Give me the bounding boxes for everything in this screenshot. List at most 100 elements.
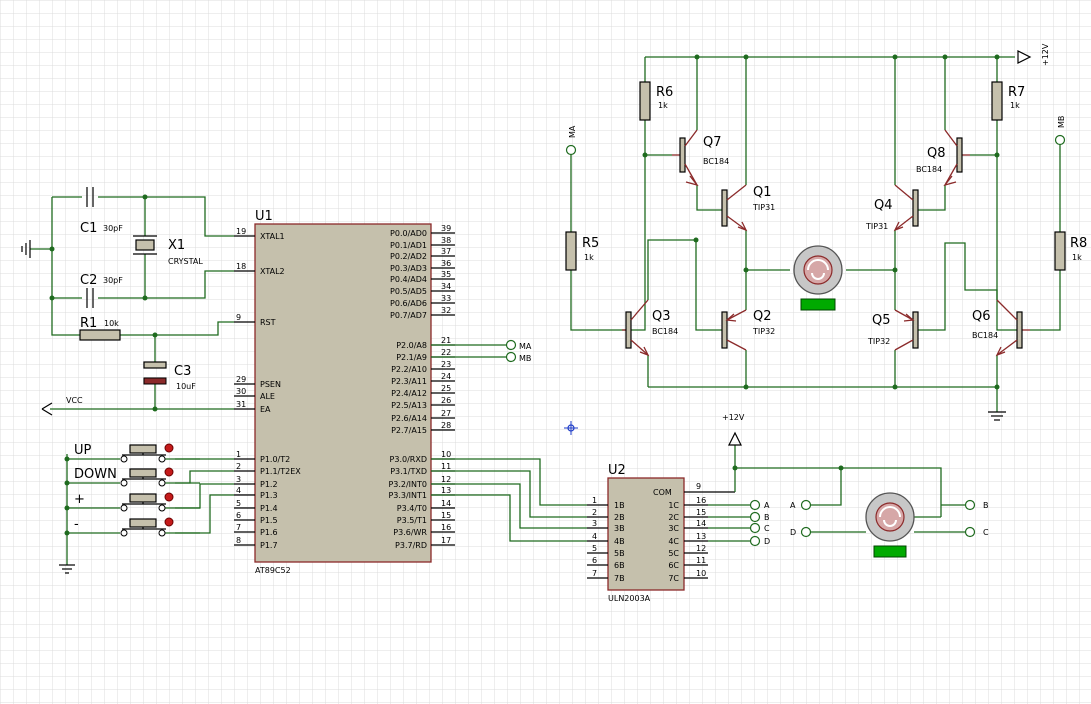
motor-1-label-box (800, 298, 836, 311)
mcu-pin-name: P2.0/A8 (396, 341, 427, 350)
junction-dot (892, 267, 898, 273)
q5-ref: Q5 (872, 313, 891, 328)
motor-terminal-label: A (790, 501, 796, 510)
mcu-pin-name: P3.6/WR (393, 528, 427, 537)
mcu-pin-number: 8 (236, 536, 241, 545)
ma-label: MA (519, 342, 532, 351)
r7-ref: R7 (1008, 85, 1025, 100)
mcu-pin-number: 14 (441, 499, 451, 508)
driver-pin-number: 16 (696, 496, 706, 505)
q1-ref: Q1 (753, 185, 772, 200)
q2-ref: Q2 (753, 309, 772, 324)
mb-terminal[interactable]: MB (505, 351, 532, 364)
mcu-pin-number: 19 (236, 227, 246, 236)
mcu-pin-name: P3.4/T0 (397, 504, 427, 513)
driver-pin-name: 2C (668, 513, 679, 522)
mcu-pin-name: P0.7/AD7 (390, 311, 427, 320)
driver-pin-name: 7B (614, 574, 625, 583)
driver-pin-number: 11 (696, 556, 706, 565)
mcu-pin-number: 7 (236, 523, 241, 532)
output-terminal-label: A (764, 501, 770, 510)
mcu-pin-number: 26 (441, 396, 451, 405)
q8-part: BC184 (916, 165, 942, 174)
mcu-pin-number: 17 (441, 536, 451, 545)
driver-pin-number: 1 (592, 496, 597, 505)
q6-ref: Q6 (972, 309, 991, 324)
mcu-pin-name: XTAL1 (260, 232, 285, 241)
mcu-pin-name: ALE (260, 392, 275, 401)
mcu-pin-name: P2.3/A11 (391, 377, 427, 386)
mcu-pin-name: P3.1/TXD (390, 467, 427, 476)
mcu-pin-name: P2.2/A10 (391, 365, 427, 374)
mcu-pin-number: 31 (236, 400, 246, 409)
mcu-pin-name: P0.0/AD0 (390, 229, 427, 238)
mcu-pin-number: 34 (441, 282, 451, 291)
motor-terminal-label: B (983, 501, 989, 510)
mcu-pin-name: P0.6/AD6 (390, 299, 427, 308)
x1-ref: X1 (168, 238, 185, 253)
mcu-pin-name: P3.3/INT1 (388, 491, 427, 500)
mcu-pin-name: P2.1/A9 (396, 353, 427, 362)
driver-pin-number: 2 (592, 508, 597, 517)
driver-pin-name: 4B (614, 537, 625, 546)
mcu-pin-number: 36 (441, 259, 451, 268)
mcu-pin-name: P0.4/AD4 (390, 275, 427, 284)
output-terminal-label: C (764, 524, 770, 533)
driver-pin-number: 4 (592, 532, 597, 541)
schematic-canvas[interactable]: U1 AT89C52 19 XTAL1 18 XTAL2 9 RST 29 PSEN 30 ALE… (0, 0, 1091, 704)
mcu-pin-name: P0.3/AD3 (390, 264, 427, 273)
mcu-pin-name: P3.5/T1 (397, 516, 427, 525)
driver-pin-number: 12 (696, 544, 706, 553)
vcc-label: VCC (66, 396, 83, 405)
mcu-pin-number: 25 (441, 384, 451, 393)
driver-pin-number: 13 (696, 532, 706, 541)
driver-part: ULN2003A (608, 594, 651, 603)
mb-label: MB (519, 354, 531, 363)
x1-value: CRYSTAL (168, 257, 203, 266)
mcu-pin-number: 9 (236, 313, 241, 322)
driver-pin-number: 6 (592, 556, 597, 565)
mcu-pin-name: P1.1/T2EX (260, 467, 301, 476)
mcu-pin-name: P1.0/T2 (260, 455, 290, 464)
driver-pin-name: 6C (668, 561, 679, 570)
junction-dot (49, 295, 55, 301)
mcu-pin-number: 13 (441, 486, 451, 495)
driver-pin-name: 5B (614, 549, 625, 558)
r1-ref: R1 (80, 316, 97, 331)
junction-dot (49, 246, 55, 252)
mcu-u1[interactable]: U1 AT89C52 19XTAL118XTAL29RST29PSEN30ALE… (234, 209, 455, 575)
mcu-pin-number: 2 (236, 462, 241, 471)
junction-dot (152, 406, 158, 412)
q8-ref: Q8 (927, 146, 946, 161)
mcu-pin-number: 16 (441, 523, 451, 532)
ma-terminal[interactable]: MA (505, 339, 532, 352)
mcu-pin-number: 30 (236, 387, 246, 396)
mcu-pin-name: XTAL2 (260, 267, 285, 276)
mcu-pin-number: 33 (441, 294, 451, 303)
ma-input-label: MA (568, 125, 577, 138)
mcu-pin-name: P3.7/RD (395, 541, 427, 550)
mcu-pin-number: 27 (441, 409, 451, 418)
mcu-pin-name: P1.4 (260, 504, 278, 513)
button-label: DOWN (74, 467, 117, 482)
mcu-part: AT89C52 (255, 566, 291, 575)
driver-pin-name: 1C (668, 501, 679, 510)
dc-motor-1[interactable] (793, 245, 843, 311)
mcu-pin-number: 3 (236, 475, 241, 484)
c2-ref: C2 (80, 273, 97, 288)
output-terminal-label: B (764, 513, 770, 522)
motor-terminal-label: C (983, 528, 989, 537)
junction-dot (693, 237, 699, 243)
r8-value: 1k (1072, 253, 1082, 262)
r6-ref: R6 (656, 85, 673, 100)
mcu-pin-number: 18 (236, 262, 246, 271)
mcu-pin-name: P2.5/A13 (391, 401, 427, 410)
mcu-pin-number: 35 (441, 270, 451, 279)
mcu-pin-number: 23 (441, 360, 451, 369)
driver-pin-name: 1B (614, 501, 625, 510)
r5-ref: R5 (582, 236, 599, 251)
q4-ref: Q4 (874, 198, 893, 213)
junction-dot (142, 295, 148, 301)
c3-value: 10uF (176, 382, 196, 391)
mcu-ref: U1 (255, 209, 273, 224)
